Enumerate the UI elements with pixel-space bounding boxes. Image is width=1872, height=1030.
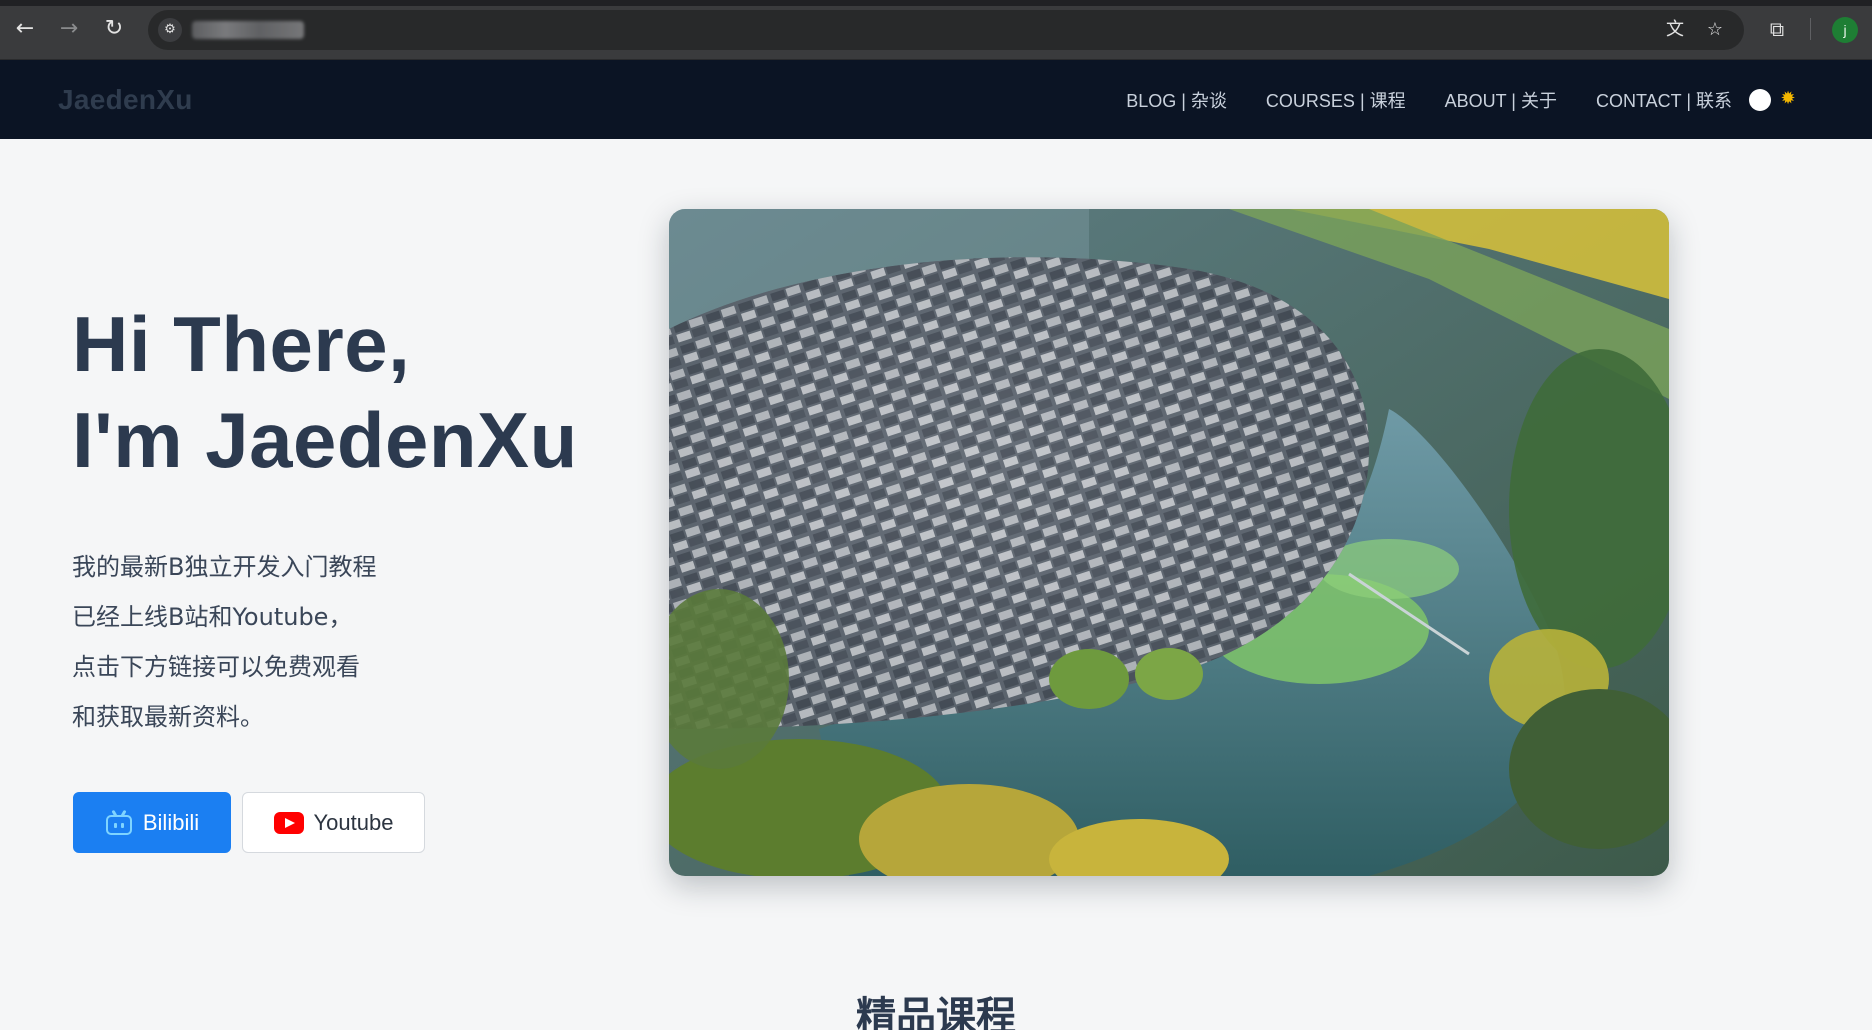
hero-desc-line: 我的最新B独立开发入门教程 [72, 553, 377, 581]
reload-button[interactable]: ↻ [99, 14, 129, 44]
hero-desc-line: 已经上线B站和Youtube， [72, 603, 353, 631]
hero-description: 我的最新B独立开发入门教程 已经上线B站和Youtube， 点击下方链接可以免费… [72, 542, 376, 742]
courses-section-title: 精品课程 [856, 994, 1016, 1030]
browser-toolbar: ← → ↻ ⚙ 文 ☆ ⧉ j [0, 0, 1872, 60]
profile-avatar[interactable]: j [1832, 17, 1858, 43]
translate-icon: 文 [1666, 19, 1684, 40]
sun-icon: ✹ [1780, 88, 1796, 109]
bilibili-button-label: Bilibili [142, 809, 200, 835]
site-info-button[interactable]: ⚙ [158, 18, 182, 42]
site-navbar: JaedenXu BLOG | 杂谈 COURSES | 课程 ABOUT | … [0, 60, 1872, 139]
nav-link-blog[interactable]: BLOG | 杂谈 [1126, 87, 1227, 113]
extensions-button[interactable]: ⧉ [1762, 14, 1792, 44]
nav-links: BLOG | 杂谈 COURSES | 课程 ABOUT | 关于 CONTAC… [1087, 60, 1732, 139]
reload-icon: ↻ [104, 16, 124, 41]
hero-title-line2: I'm JaedenXu [72, 396, 578, 484]
forward-button[interactable]: → [54, 14, 84, 44]
bookmark-button[interactable]: ☆ [1703, 18, 1727, 42]
youtube-icon [273, 811, 304, 834]
bilibili-icon [105, 809, 133, 836]
hero-desc-line: 和获取最新资料。 [72, 703, 264, 731]
nav-link-courses[interactable]: COURSES | 课程 [1266, 87, 1406, 113]
arrow-right-icon: → [59, 16, 79, 41]
url-text[interactable] [192, 21, 304, 39]
tab-strip [0, 0, 1872, 6]
arrow-left-icon: ← [15, 16, 35, 41]
hero-image [669, 209, 1669, 876]
youtube-button[interactable]: Youtube [242, 792, 425, 853]
hero-title-line1: Hi There, [72, 300, 411, 388]
nav-link-about[interactable]: ABOUT | 关于 [1445, 87, 1557, 113]
star-icon: ☆ [1706, 19, 1724, 40]
toggle-knob [1749, 89, 1771, 111]
tune-icon: ⚙ [164, 22, 176, 37]
back-button[interactable]: ← [10, 14, 40, 44]
site-brand[interactable]: JaedenXu [58, 84, 193, 116]
youtube-button-label: Youtube [313, 809, 394, 835]
nav-link-contact[interactable]: CONTACT | 联系 [1596, 87, 1732, 113]
hero-desc-line: 点击下方链接可以免费观看 [72, 653, 360, 681]
translate-button[interactable]: 文 [1663, 18, 1687, 42]
bilibili-button[interactable]: Bilibili [73, 792, 231, 853]
theme-toggle[interactable]: ✹ [1749, 88, 1801, 111]
address-bar[interactable]: ⚙ 文 ☆ [148, 10, 1744, 50]
puzzle-icon: ⧉ [1769, 17, 1785, 41]
hero-title: Hi There, I'm JaedenXu [72, 296, 578, 488]
toolbar-divider [1810, 18, 1811, 40]
